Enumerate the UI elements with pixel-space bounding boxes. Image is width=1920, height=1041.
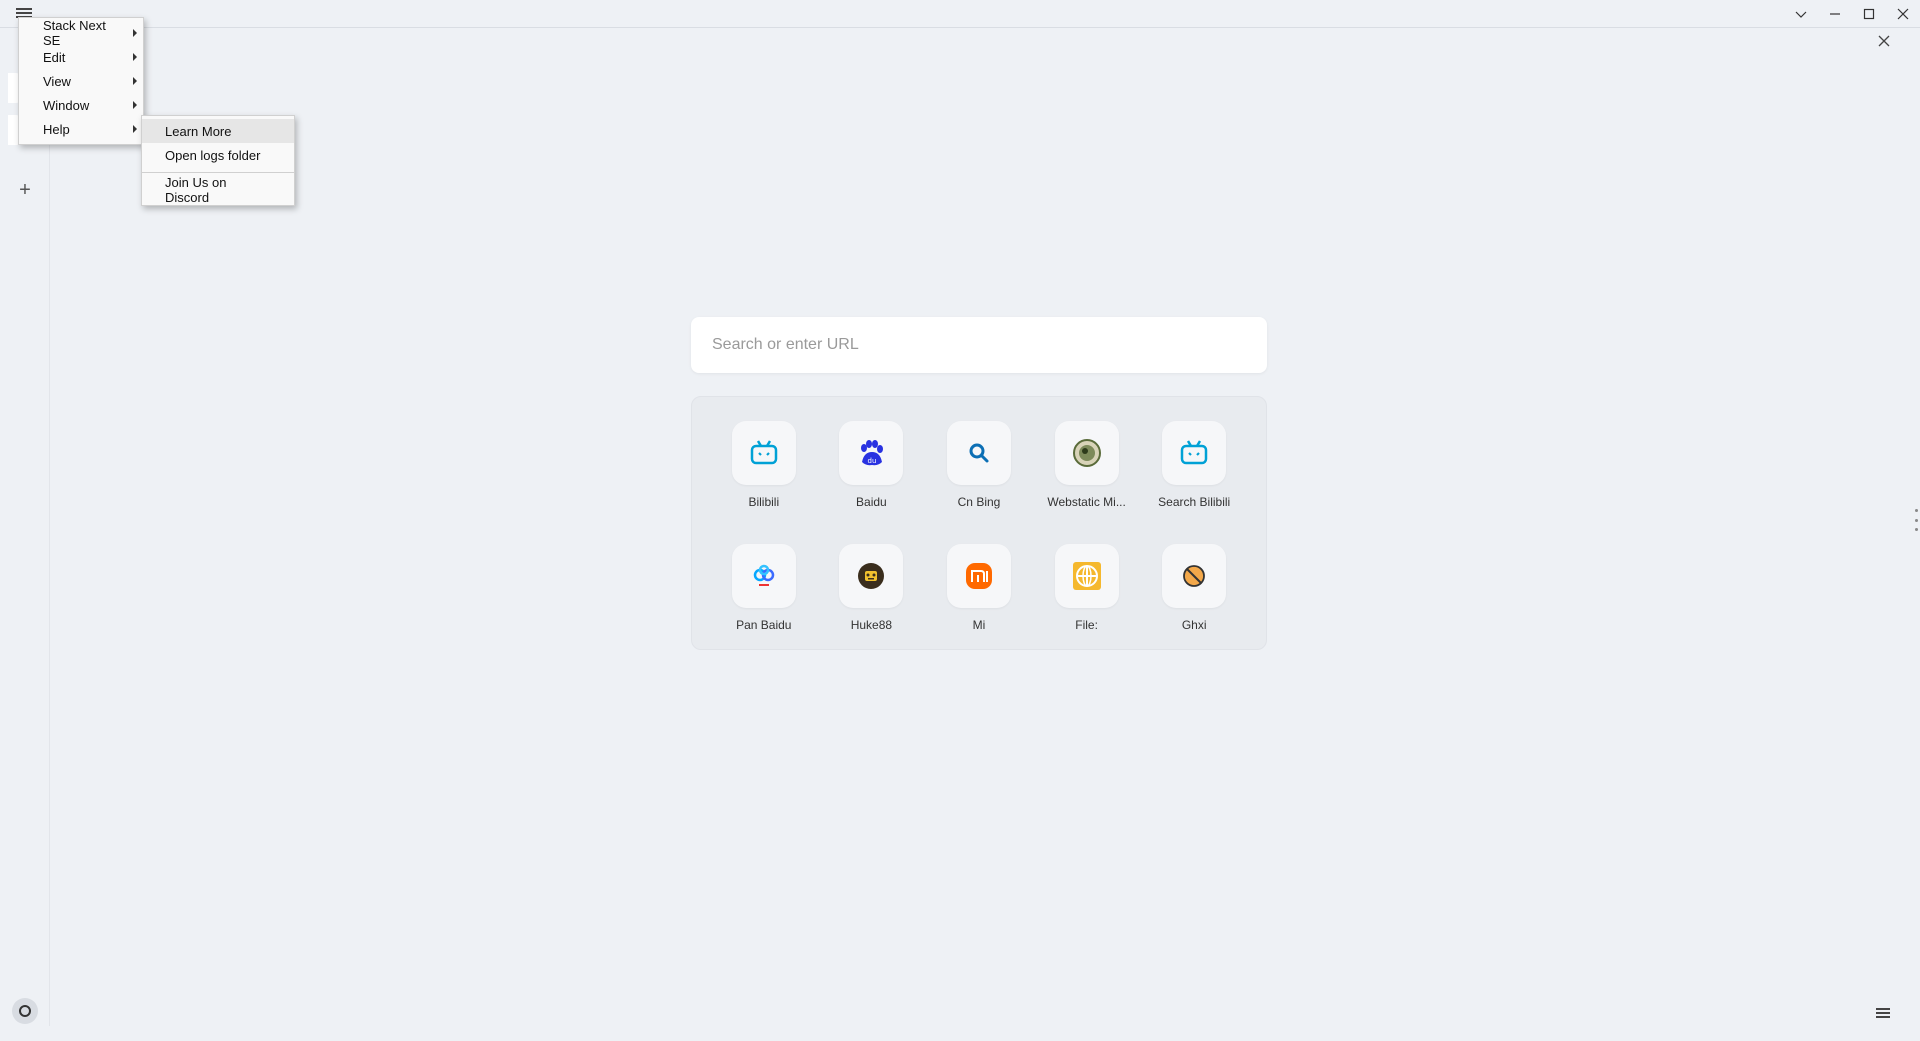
menu-item-label: Edit — [43, 49, 66, 65]
search-icon — [946, 421, 1011, 485]
shortcut-label: Search Bilibili — [1158, 495, 1231, 509]
menu-item-learn-more[interactable]: Learn More — [142, 119, 294, 143]
shortcut-label: Mi — [972, 618, 986, 632]
shortcut-webstatic[interactable]: Webstatic Mi... — [1033, 421, 1141, 526]
menu-item-label: Window — [43, 97, 90, 113]
submenu-arrow-icon — [133, 29, 137, 37]
menu-item-label: View — [43, 73, 71, 89]
webstatic-icon — [1054, 421, 1119, 485]
menu-item-label: Learn More — [165, 123, 232, 139]
chevron-down-icon[interactable] — [1784, 0, 1818, 28]
menu-item-label: Open logs folder — [165, 147, 261, 163]
bottom-menu-icon[interactable] — [1876, 1006, 1890, 1018]
shortcut-label: Baidu — [856, 495, 887, 509]
baidu-icon: du — [839, 421, 904, 485]
shortcut-label: Webstatic Mi... — [1047, 495, 1126, 509]
menu-item-join-discord[interactable]: Join Us on Discord — [142, 175, 294, 205]
huke88-icon — [839, 544, 904, 608]
svg-text:du: du — [868, 457, 877, 465]
sidebar: + — [0, 29, 50, 1026]
shortcut-bilibili[interactable]: Bilibili — [710, 421, 818, 526]
shortcut-label: Bilibili — [748, 495, 780, 509]
window-controls — [1784, 0, 1920, 28]
close-icon[interactable] — [1886, 0, 1920, 28]
sidebar-settings-button[interactable] — [12, 998, 38, 1024]
resize-handle[interactable] — [1914, 509, 1918, 531]
help-submenu: Learn More Open logs folder Join Us on D… — [141, 115, 295, 206]
ghxi-icon — [1162, 544, 1227, 608]
shortcut-baidu[interactable]: du Baidu — [818, 421, 926, 526]
menu-item-view[interactable]: View — [19, 69, 143, 93]
mi-icon — [946, 544, 1011, 608]
shortcut-search-bilibili[interactable]: Search Bilibili — [1140, 421, 1248, 526]
search-input[interactable] — [712, 336, 1246, 354]
shortcut-label: Pan Baidu — [736, 618, 792, 632]
shortcut-mi[interactable]: Mi — [925, 544, 1033, 649]
shortcut-cn-bing[interactable]: Cn Bing — [925, 421, 1033, 526]
menu-item-edit[interactable]: Edit — [19, 45, 143, 69]
search-box[interactable] — [691, 317, 1267, 373]
shortcut-label: File: — [1075, 618, 1098, 632]
menu-item-label: Join Us on Discord — [165, 175, 227, 205]
shortcuts-grid: Bilibili du Baidu Cn Bing Webstatic Mi..… — [691, 396, 1267, 650]
menu-item-stack-next-se[interactable]: Stack Next SE — [19, 18, 143, 48]
menu-separator — [142, 172, 294, 173]
maximize-icon[interactable] — [1852, 0, 1886, 28]
shortcut-ghxi[interactable]: Ghxi — [1140, 544, 1248, 649]
menu-item-help[interactable]: Help — [19, 117, 143, 141]
shortcut-huke88[interactable]: Huke88 — [818, 544, 926, 649]
menu-item-open-logs-folder[interactable]: Open logs folder — [142, 143, 294, 167]
shortcut-label: Ghxi — [1181, 618, 1207, 632]
title-bar — [0, 0, 1920, 28]
submenu-arrow-icon — [133, 101, 137, 109]
close-icon[interactable] — [1876, 33, 1892, 49]
menu-item-label: Help — [43, 121, 70, 137]
minimize-icon[interactable] — [1818, 0, 1852, 28]
shortcut-label: Cn Bing — [957, 495, 1001, 509]
pan-baidu-icon — [731, 544, 796, 608]
add-tab-icon[interactable]: + — [14, 179, 36, 201]
menu-item-label: Stack Next SE — [43, 18, 106, 48]
submenu-arrow-icon — [133, 77, 137, 85]
circle-icon — [19, 1005, 31, 1017]
app-menu: Stack Next SE Edit View Window Help — [18, 17, 144, 145]
bilibili-icon — [1162, 421, 1227, 485]
file-icon — [1054, 544, 1119, 608]
submenu-arrow-icon — [133, 125, 137, 133]
shortcut-pan-baidu[interactable]: Pan Baidu — [710, 544, 818, 649]
bilibili-icon — [731, 421, 796, 485]
submenu-arrow-icon — [133, 53, 137, 61]
menu-item-window[interactable]: Window — [19, 93, 143, 117]
shortcut-label: Huke88 — [850, 618, 893, 632]
shortcut-file[interactable]: File: — [1033, 544, 1141, 649]
